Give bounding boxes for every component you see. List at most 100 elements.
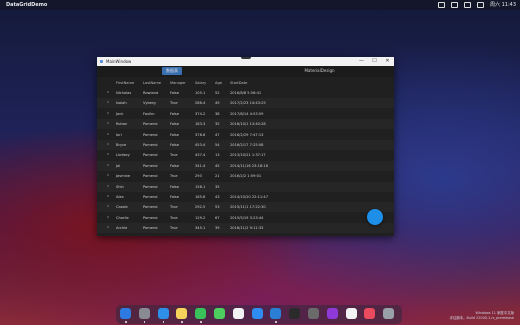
- table-cell[interactable]: Pomeroi: [143, 133, 158, 137]
- table-cell[interactable]: Vyberg: [143, 101, 156, 105]
- notes-icon[interactable]: [176, 308, 188, 319]
- table-cell[interactable]: False: [170, 195, 179, 199]
- control-center-icon[interactable]: [477, 2, 484, 8]
- table-cell[interactable]: 2016/10/1 13:40:28: [230, 122, 266, 126]
- battery-icon[interactable]: [438, 2, 445, 8]
- table-cell[interactable]: Nicholas: [116, 91, 131, 95]
- table-cell[interactable]: Pomeroi: [143, 205, 158, 209]
- table-cell[interactable]: 2016/2/29 7:47:13: [230, 133, 263, 137]
- calendar-icon[interactable]: [232, 308, 244, 319]
- search-icon[interactable]: [464, 2, 471, 8]
- row-header-cell[interactable]: [107, 163, 109, 166]
- table-cell[interactable]: 49: [215, 101, 220, 105]
- table-cell[interactable]: Jai: [116, 164, 120, 168]
- table-cell[interactable]: 43: [215, 195, 220, 199]
- github-icon[interactable]: [345, 308, 357, 319]
- tab-materialdesign[interactable]: MaterialDesign: [297, 67, 342, 75]
- table-cell[interactable]: True: [170, 226, 178, 230]
- wechat-icon[interactable]: [195, 308, 207, 319]
- column-header-firstname[interactable]: FirstName: [116, 81, 134, 85]
- row-header-cell[interactable]: [107, 215, 109, 218]
- window-titlebar[interactable]: MainWindow — ☐ ✕: [97, 57, 394, 66]
- table-cell[interactable]: 2014/10/20 22:11:47: [230, 195, 268, 199]
- table-cell[interactable]: True: [170, 205, 178, 209]
- finder-icon[interactable]: [120, 308, 131, 319]
- table-cell[interactable]: 39: [215, 226, 220, 230]
- data-grid[interactable]: FirstName LastName Manager Salary Age St…: [97, 78, 394, 236]
- menu-app-name[interactable]: DataGridDemo: [6, 0, 47, 10]
- table-cell[interactable]: 374.2: [195, 112, 205, 116]
- table-cell[interactable]: Pomeroi: [143, 185, 158, 189]
- table-cell[interactable]: Archie: [116, 226, 127, 230]
- column-header-lastname[interactable]: LastName: [143, 81, 161, 85]
- table-cell[interactable]: Cassie: [116, 205, 128, 209]
- titlebar-handle[interactable]: [241, 57, 251, 59]
- table-cell[interactable]: 185.8: [195, 195, 205, 199]
- table-cell[interactable]: 35: [215, 122, 220, 126]
- table-cell[interactable]: 2017/2/23 14:43:25: [230, 101, 266, 105]
- table-cell[interactable]: Rohan: [116, 122, 127, 126]
- table-cell[interactable]: 453.4: [195, 143, 205, 147]
- table-row[interactable]: Jasmine Pomeroi True 293 21 2016/2/2 1:59:01: [97, 171, 394, 181]
- table-cell[interactable]: True: [170, 216, 178, 220]
- table-cell[interactable]: False: [170, 122, 179, 126]
- table-cell[interactable]: Lindsey: [116, 153, 130, 157]
- table-cell[interactable]: Pomeroi: [143, 164, 158, 168]
- vscode-icon[interactable]: [270, 308, 282, 319]
- row-header-cell[interactable]: [107, 226, 109, 229]
- table-cell[interactable]: 2016/2/2 1:59:01: [230, 174, 261, 178]
- table-cell[interactable]: 2016/11/2 9:11:33: [230, 226, 263, 230]
- table-cell[interactable]: Rowland: [143, 91, 158, 95]
- table-cell[interactable]: Pomeroi: [143, 174, 158, 178]
- row-header-cell[interactable]: [107, 153, 109, 156]
- table-cell[interactable]: Faulkn: [143, 112, 155, 116]
- table-row[interactable]: Lindsey Pomeroi True 437.4 13 2013/10/21 1:37…: [97, 150, 394, 160]
- table-row[interactable]: Nicholas Rowland False 105.1 52 2016/8/8 5:56…: [97, 88, 394, 98]
- table-cell[interactable]: 129.2: [195, 216, 205, 220]
- table-row[interactable]: Cassie Pomeroi True 292.5 53 2015/11/1 17:22:…: [97, 202, 394, 213]
- trash-icon[interactable]: [383, 308, 395, 319]
- table-row[interactable]: Charlie Pomeroi True 129.2 67 2015/5/19 3:23:…: [97, 213, 394, 223]
- table-cell[interactable]: False: [170, 164, 179, 168]
- close-button[interactable]: ✕: [381, 57, 394, 66]
- table-cell[interactable]: 67: [215, 216, 220, 220]
- table-cell[interactable]: 183.3: [195, 122, 205, 126]
- table-cell[interactable]: 13: [215, 153, 220, 157]
- launchpad-icon[interactable]: [138, 308, 150, 319]
- terminal-icon[interactable]: [289, 308, 301, 319]
- row-header-cell[interactable]: [107, 143, 109, 145]
- table-cell[interactable]: Pomeroi: [143, 226, 158, 230]
- minimize-button[interactable]: —: [355, 57, 368, 66]
- table-cell[interactable]: 47: [215, 133, 220, 137]
- table-row[interactable]: Shin Pomeroi False 158.1 35: [97, 181, 394, 192]
- table-row[interactable]: Bryce Pomeroi False 453.4 54 2016/2/17 7:25:0…: [97, 140, 394, 150]
- floating-action-button[interactable]: [367, 209, 383, 225]
- table-cell[interactable]: 2015/11/1 17:22:30: [230, 205, 266, 209]
- camera-icon[interactable]: [308, 308, 319, 319]
- table-cell[interactable]: 2015/5/19 3:23:44: [230, 216, 263, 220]
- table-cell[interactable]: 52: [215, 91, 220, 95]
- safari-icon[interactable]: [157, 308, 169, 319]
- row-header-cell[interactable]: [107, 122, 109, 125]
- row-header-cell[interactable]: [107, 205, 109, 208]
- table-cell[interactable]: 437.4: [195, 153, 205, 157]
- table-cell[interactable]: 54: [215, 143, 220, 147]
- table-cell[interactable]: Charlie: [116, 216, 129, 220]
- table-cell[interactable]: Pomeroi: [143, 143, 158, 147]
- column-header-salary[interactable]: Salary: [195, 81, 206, 85]
- table-cell[interactable]: Shin: [116, 185, 124, 189]
- table-row[interactable]: Jai Pomeroi False 341.4 45 2014/11/16 23:18:1…: [97, 160, 394, 171]
- table-cell[interactable]: 2016/2/17 7:25:08: [230, 143, 263, 147]
- row-header-cell[interactable]: [107, 111, 109, 114]
- table-cell[interactable]: Pomeroi: [143, 122, 158, 126]
- tab-datagrid[interactable]: 数据表: [162, 67, 182, 75]
- table-row[interactable]: Jack Faulkn False 374.2 38 2017/8/14 4:53:59: [97, 109, 394, 119]
- messages-icon[interactable]: [214, 308, 225, 319]
- row-header-cell[interactable]: [107, 91, 109, 93]
- table-cell[interactable]: 286.4: [195, 101, 205, 105]
- table-cell[interactable]: 45: [215, 164, 220, 168]
- table-cell[interactable]: 38: [215, 112, 220, 116]
- table-cell[interactable]: False: [170, 185, 179, 189]
- row-header-cell[interactable]: [107, 132, 109, 135]
- table-cell[interactable]: Jasmine: [116, 174, 130, 178]
